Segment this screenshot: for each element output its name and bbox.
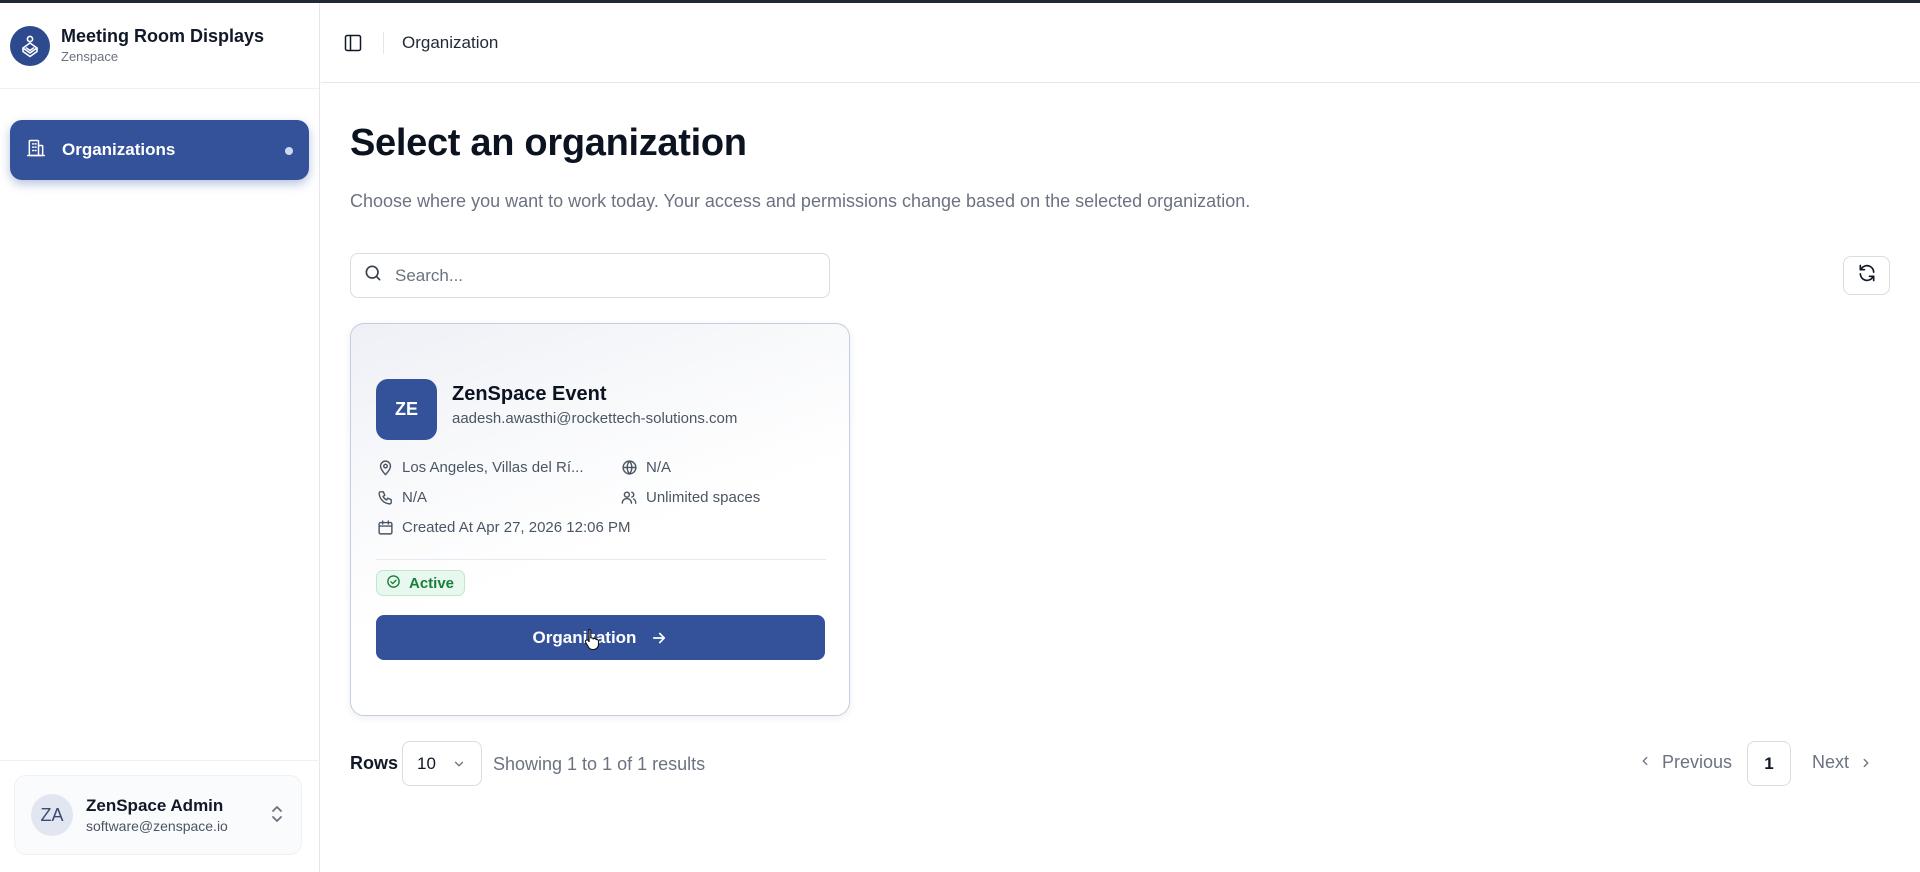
refresh-icon <box>1857 263 1877 288</box>
calendar-icon <box>376 518 394 536</box>
search-icon <box>363 263 383 288</box>
next-label: Next <box>1812 752 1850 772</box>
rows-label: Rows <box>350 753 399 773</box>
previous-page-button[interactable]: Previous <box>1638 752 1732 773</box>
refresh-button[interactable] <box>1843 256 1890 295</box>
app-logo-icon <box>10 25 50 66</box>
organization-avatar: ZE <box>376 379 437 440</box>
app-subtitle: Zenspace <box>61 49 119 64</box>
card-divider <box>376 559 826 560</box>
organization-location: Los Angeles, Villas del Rí... <box>376 458 584 476</box>
breadcrumb: Organization <box>402 32 499 52</box>
page-title: Select an organization <box>350 122 747 164</box>
spaces-text: Unlimited spaces <box>646 488 761 506</box>
users-icon <box>620 488 638 506</box>
sidebar-item-label: Organizations <box>62 140 176 159</box>
results-summary: Showing 1 to 1 of 1 results <box>493 754 706 774</box>
chevron-right-icon <box>1859 756 1873 770</box>
page-description: Choose where you want to work today. You… <box>350 191 1251 211</box>
created-text: Created At Apr 27, 2026 12:06 PM <box>402 518 631 536</box>
sidebar-toggle-icon[interactable] <box>341 31 365 55</box>
phone-icon <box>376 488 394 506</box>
status-badge: Active <box>376 570 466 596</box>
user-name: ZenSpace Admin <box>86 796 224 815</box>
chevron-down-icon <box>452 757 466 771</box>
select-organization-button[interactable]: Organization <box>376 615 825 660</box>
user-email: software@zenspace.io <box>86 818 228 834</box>
organization-spaces: Unlimited spaces <box>620 488 760 506</box>
previous-label: Previous <box>1662 752 1733 772</box>
organization-created: Created At Apr 27, 2026 12:06 PM <box>376 518 631 536</box>
organization-name: ZenSpace Event <box>452 383 607 405</box>
check-circle-icon <box>386 574 401 593</box>
rows-per-page-select[interactable]: 10 <box>402 741 482 786</box>
location-text: Los Angeles, Villas del Rí... <box>402 458 584 476</box>
page-number-button[interactable]: 1 <box>1747 741 1791 786</box>
globe-icon <box>620 458 638 476</box>
building-icon <box>26 138 46 163</box>
next-page-button[interactable]: Next <box>1812 752 1873 773</box>
active-indicator-dot <box>285 147 293 155</box>
brand[interactable]: Meeting Room Displays Zenspace <box>0 3 319 89</box>
arrow-right-icon <box>650 629 668 647</box>
user-menu-button[interactable]: ZA ZenSpace Admin software@zenspace.io <box>14 775 302 855</box>
app-title: Meeting Room Displays <box>61 26 265 46</box>
map-pin-icon <box>376 458 394 476</box>
top-header: Organization <box>321 3 1920 83</box>
chevrons-up-down-icon <box>269 804 285 829</box>
button-label: Organization <box>532 627 637 647</box>
avatar: ZA <box>31 794 73 836</box>
sidebar: Meeting Room Displays Zenspace Organizat… <box>0 3 320 872</box>
website-text: N/A <box>646 458 672 476</box>
organization-email: aadesh.awasthi@rockettech-solutions.com <box>452 410 738 427</box>
chevron-left-icon <box>1638 752 1652 773</box>
phone-text: N/A <box>402 488 428 506</box>
status-label: Active <box>409 574 455 592</box>
organization-card[interactable]: ZE ZenSpace Event aadesh.awasthi@rockett… <box>350 323 850 716</box>
header-divider <box>383 31 384 54</box>
organization-phone: N/A <box>376 488 427 506</box>
rows-value: 10 <box>417 753 436 773</box>
user-section: ZA ZenSpace Admin software@zenspace.io <box>0 760 320 872</box>
sidebar-item-organizations[interactable]: Organizations <box>10 120 309 180</box>
organization-website: N/A <box>620 458 671 476</box>
search-input[interactable] <box>395 265 815 286</box>
search-field[interactable] <box>350 253 830 298</box>
